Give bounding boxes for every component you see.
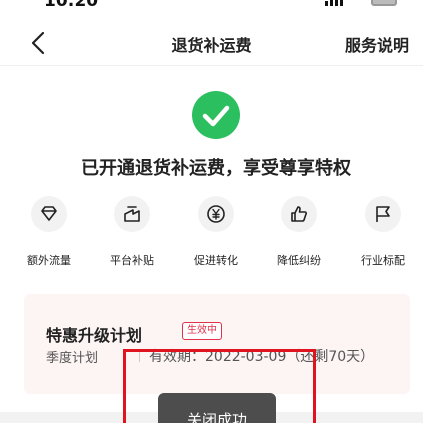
benefit-platform-subsidy[interactable]: 平台补贴 [92, 196, 172, 270]
plan-type: 季度计划 [46, 351, 99, 366]
promo-title: 特惠升级计划 [46, 326, 143, 345]
toast-message: 关闭成功 [158, 393, 276, 423]
benefit-label: 促进转化 [194, 254, 238, 267]
wifi-icon [349, 0, 365, 6]
benefit-label: 平台补贴 [110, 254, 154, 267]
nav-bar: 退货补运费 服务说明 [0, 22, 423, 66]
divider [139, 350, 140, 362]
promo-card[interactable]: 特惠升级计划 生效中 季度计划 有效期：2022-03-09（还剩70天） [24, 294, 410, 394]
status-badge: 生效中 [182, 322, 222, 340]
subsidy-icon [114, 196, 150, 232]
back-button[interactable] [24, 28, 54, 58]
benefit-label: 降低纠纷 [277, 254, 321, 267]
thumbs-up-icon [281, 196, 317, 232]
signal-icon [325, 0, 343, 6]
validity-period: 有效期：2022-03-09（还剩70天） [149, 349, 375, 365]
benefit-industry-standard[interactable]: 行业标配 [343, 196, 423, 270]
battery-icon [371, 0, 397, 6]
diamond-icon [31, 196, 67, 232]
service-description-link[interactable]: 服务说明 [345, 32, 409, 56]
status-time: 10:20 [44, 0, 99, 11]
benefit-label: 行业标配 [361, 254, 405, 267]
benefit-extra-traffic[interactable]: 额外流量 [9, 196, 89, 270]
flag-icon [365, 196, 401, 232]
chevron-left-icon [31, 31, 45, 55]
status-icons [325, 0, 397, 6]
benefit-label: 额外流量 [27, 254, 71, 267]
yuan-icon [198, 196, 234, 232]
check-circle-icon [192, 91, 240, 139]
benefit-reduce-disputes[interactable]: 降低纠纷 [259, 196, 339, 270]
benefit-promote-conversion[interactable]: 促进转化 [176, 196, 256, 270]
benefits-row: 额外流量 平台补贴 促进转化 降低纠纷 行业标配 [0, 196, 423, 270]
status-bar: 10:20 [0, 0, 423, 12]
success-headline: 已开通退货补运费，享受尊享特权 [81, 158, 351, 179]
